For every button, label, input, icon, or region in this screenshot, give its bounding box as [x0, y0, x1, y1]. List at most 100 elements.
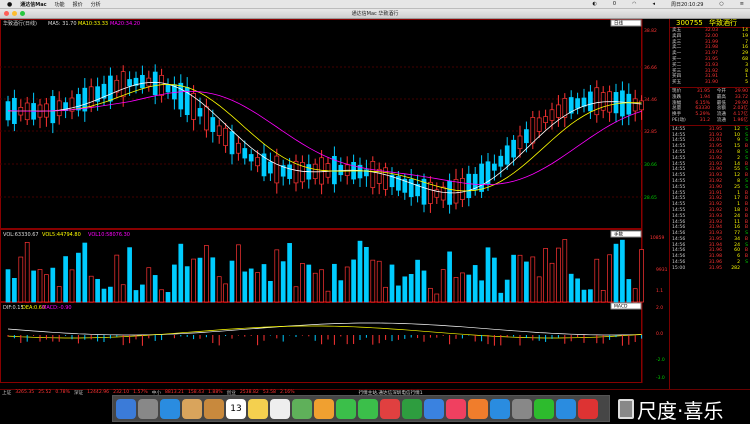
- apple-menu-icon[interactable]: ●: [7, 1, 12, 8]
- volume-bar: [626, 279, 632, 303]
- menu-analysis[interactable]: 分析: [91, 1, 101, 8]
- notes-icon[interactable]: [248, 398, 268, 419]
- candle: [549, 109, 555, 121]
- volume-bar: [255, 272, 260, 303]
- volume-bar: [549, 262, 555, 303]
- volume-bar: [396, 285, 401, 303]
- macd-tick: 2.0: [656, 305, 663, 311]
- wechat-icon[interactable]: [534, 398, 554, 419]
- candle: [216, 125, 222, 136]
- volume-bar: [530, 256, 536, 303]
- music-icon[interactable]: [446, 398, 466, 419]
- volume-bar: [172, 264, 177, 303]
- tdx-icon[interactable]: [578, 398, 598, 419]
- reminders-icon[interactable]: [270, 398, 290, 419]
- window-titlebar: 通达信Mac 华致酒行: [0, 9, 750, 19]
- tick-list[interactable]: 14:55 31.95 12 S 14:55 31.93 10 S 14:55 31.91 9 S 14…: [670, 127, 750, 272]
- volume-bar: [280, 261, 286, 303]
- chart-area[interactable]: 华致酒行(日线) MA5: 31.70 MA10:33.33 MA20:34.2…: [0, 19, 668, 389]
- volume-bar: [287, 243, 292, 303]
- wifi-icon[interactable]: ◠: [632, 1, 636, 8]
- menu-function[interactable]: 功能: [55, 1, 65, 8]
- volume-bar: [370, 259, 376, 303]
- candlesticks: [5, 64, 644, 214]
- stock-name: 华致酒行: [708, 19, 737, 27]
- settings-icon[interactable]: [512, 398, 532, 419]
- volume-bar: [165, 292, 171, 303]
- facetime-icon[interactable]: [358, 398, 378, 419]
- stat-value: 31.2: [699, 117, 710, 123]
- vol10-label: VOL10:58076.30: [88, 232, 130, 238]
- stat-label: 流通: [716, 117, 726, 123]
- volume-bar: [581, 289, 587, 303]
- candle: [536, 117, 542, 132]
- mail-icon[interactable]: [182, 398, 202, 419]
- candle: [408, 179, 414, 198]
- ma20-label: MA20:34.20: [110, 21, 140, 27]
- clock[interactable]: 周日20:10:29: [671, 1, 703, 8]
- volume-bar: [44, 274, 49, 303]
- maps-icon[interactable]: [292, 398, 312, 419]
- macd-line: [7, 322, 642, 336]
- wechat-status-icon[interactable]: ◐: [593, 1, 597, 8]
- volume-bar: [274, 249, 280, 303]
- messages-icon[interactable]: [336, 398, 356, 419]
- volume-bar: [389, 264, 395, 303]
- candle: [460, 178, 465, 200]
- menu-quote[interactable]: 报价: [73, 1, 83, 8]
- volume-bar: [133, 290, 139, 303]
- vol-label: VOL:63330.67: [3, 232, 39, 238]
- candle: [242, 148, 248, 159]
- stock-code: 300755: [676, 19, 703, 27]
- price-tick: 38.82: [644, 28, 657, 34]
- volume-bar: [620, 239, 625, 303]
- volume-bar: [210, 257, 216, 303]
- books-icon[interactable]: [468, 398, 488, 419]
- volume-bar: [632, 288, 638, 303]
- dif-label: DIF:0.15: [3, 305, 24, 311]
- candle: [248, 154, 254, 162]
- volume-bar: [485, 247, 491, 303]
- volume-bar: [306, 264, 312, 303]
- safari-icon[interactable]: [160, 398, 180, 419]
- keynote-icon[interactable]: [424, 398, 444, 419]
- candle: [76, 94, 81, 111]
- appstore-icon[interactable]: [490, 398, 510, 419]
- order-book-row: 买五 31.90 5: [670, 80, 750, 86]
- volume-bar: [338, 280, 344, 303]
- volume-icon[interactable]: ◂: [652, 1, 655, 8]
- candle: [504, 145, 510, 165]
- minimize-button[interactable]: [12, 11, 17, 16]
- calendar-alt-icon[interactable]: [380, 398, 400, 419]
- zoom-button[interactable]: [20, 11, 25, 16]
- contacts-icon[interactable]: [204, 398, 224, 419]
- trash-icon[interactable]: [618, 399, 634, 419]
- volume-bar: [402, 276, 408, 303]
- candle: [274, 155, 280, 184]
- volume-bar: [114, 254, 120, 303]
- candle: [127, 79, 132, 87]
- candle: [530, 117, 536, 144]
- photos-icon[interactable]: [314, 398, 334, 419]
- close-button[interactable]: [4, 11, 9, 16]
- macd-histogram: [7, 335, 643, 346]
- macd-tick: -3.0: [656, 375, 665, 381]
- launchpad-icon[interactable]: [138, 398, 158, 419]
- numbers-icon[interactable]: [402, 398, 422, 419]
- candle: [159, 75, 164, 96]
- macd-panel-border: [0, 302, 642, 383]
- menu-app[interactable]: 通达信Mac: [20, 1, 46, 8]
- price-tick: 28.65: [644, 195, 657, 201]
- menu-list-icon[interactable]: ≡: [740, 1, 744, 8]
- kline-svg[interactable]: 华致酒行(日线) MA5: 31.70 MA10:33.33 MA20:34.2…: [0, 19, 668, 389]
- finder-icon[interactable]: [116, 398, 136, 419]
- volume-bar: [63, 256, 68, 303]
- calendar-icon[interactable]: 13: [226, 398, 246, 419]
- volume-bar: [229, 260, 235, 303]
- volume-bar: [492, 257, 497, 303]
- volume-bar: [562, 239, 568, 303]
- qq-icon[interactable]: [556, 398, 576, 419]
- candle: [191, 93, 196, 120]
- stat-label: PE(动): [672, 117, 686, 123]
- search-icon[interactable]: ○: [719, 1, 723, 8]
